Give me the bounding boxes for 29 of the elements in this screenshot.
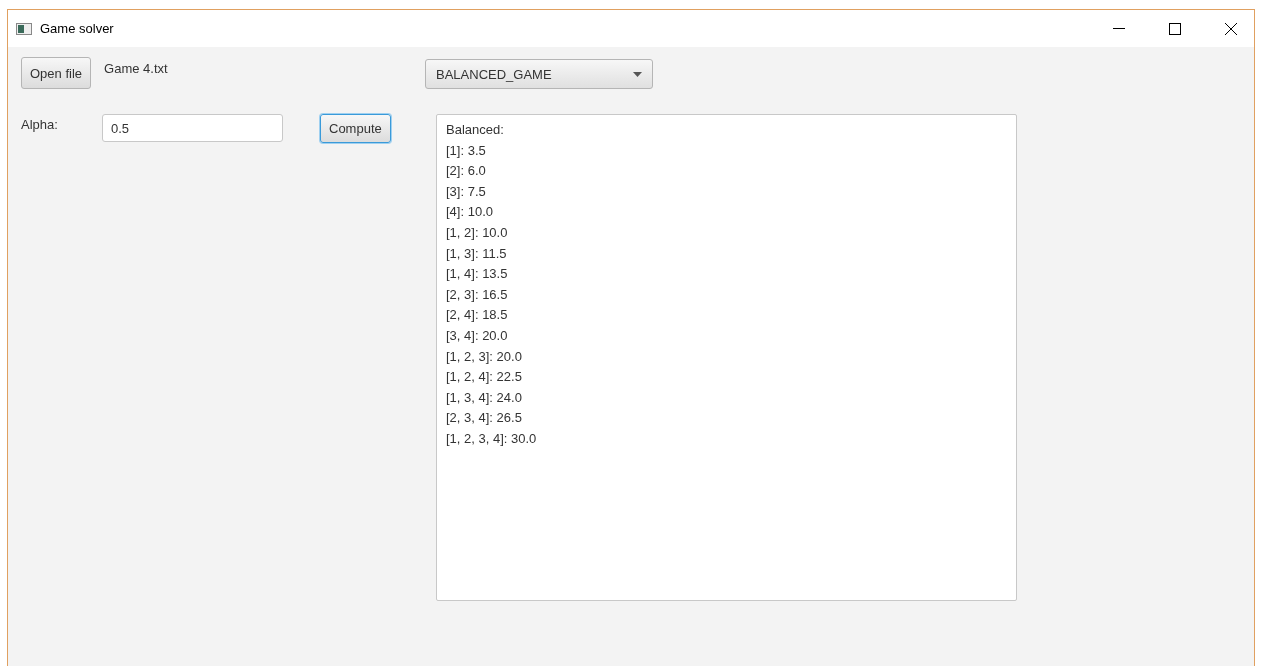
output-line: [1, 3, 4]: 24.0 [446, 388, 522, 407]
output-line: [1, 4]: 13.5 [446, 265, 508, 284]
maximize-icon [1169, 22, 1181, 35]
output-line: [4]: 10.0 [446, 203, 493, 222]
output-line: [2, 3, 4]: 26.5 [446, 409, 522, 428]
compute-button[interactable]: Compute [320, 114, 391, 143]
output-line: [1, 2, 3]: 20.0 [446, 347, 522, 366]
minimize-icon [1113, 28, 1125, 29]
caret-icon [633, 71, 642, 77]
output-line: [1, 2, 3, 4]: 30.0 [446, 429, 537, 448]
app-icon [16, 22, 32, 35]
output-line: Balanced: [446, 121, 504, 139]
output-line: [1]: 3.5 [446, 141, 486, 160]
output-line: [1, 3]: 11.5 [446, 244, 507, 263]
alpha-label: Alpha: [21, 117, 59, 132]
open-file-button[interactable]: Open file [21, 57, 92, 89]
output-line: [1, 2, 4]: 22.5 [446, 368, 522, 387]
output-line: [2]: 6.0 [446, 162, 486, 181]
output-line: [1, 2]: 10.0 [446, 223, 508, 242]
output-line: [2, 3]: 16.5 [446, 285, 508, 304]
output-line: [3]: 7.5 [446, 182, 486, 201]
alpha-field[interactable]: 0.5 [102, 114, 283, 142]
output-line: [2, 4]: 18.5 [446, 306, 508, 325]
window-title: Game solver [40, 21, 115, 36]
file-name: Game 4.txt [104, 61, 168, 76]
output-line: [3, 4]: 20.0 [446, 326, 508, 345]
close-icon [1225, 22, 1237, 35]
game-type-dropdown[interactable]: BALANCED_GAME [425, 59, 653, 89]
output-area[interactable] [436, 114, 1017, 601]
